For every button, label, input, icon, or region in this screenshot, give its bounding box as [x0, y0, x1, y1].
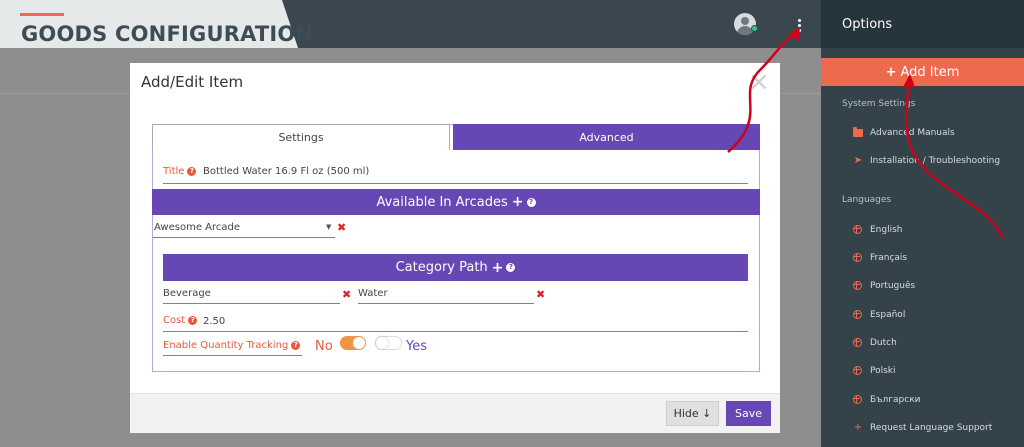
sidebar-item-espanol[interactable]: Español	[853, 310, 905, 320]
category-header-text: Category Path	[395, 260, 488, 275]
arcades-header: Available In Arcades + ?	[152, 189, 760, 215]
save-button[interactable]: Save	[726, 401, 771, 426]
arcade-select[interactable]: Awesome Arcade	[154, 222, 240, 233]
category-field-2[interactable]: Water	[358, 288, 388, 299]
sidebar-item-label: Request Language Support	[870, 423, 993, 433]
sidebar-item-francais[interactable]: Français	[853, 253, 907, 263]
languages-heading: Languages	[842, 195, 892, 205]
help-icon[interactable]: ?	[526, 197, 536, 207]
globe-icon	[853, 253, 863, 263]
chevron-down-icon[interactable]: ▼	[326, 223, 331, 231]
modal-header: Add/Edit Item ×	[130, 63, 780, 101]
sidebar-item-label: Dutch	[870, 338, 897, 348]
title-label-text: Title	[163, 166, 185, 177]
help-icon[interactable]: ?	[506, 263, 516, 272]
sidebar-item-label: Polski	[870, 366, 896, 376]
cost-label-text: Cost	[163, 315, 186, 326]
globe-icon	[853, 225, 863, 235]
cost-underline	[163, 331, 748, 332]
toggle-no-label: No	[315, 339, 333, 354]
paper-plane-icon: ➤	[853, 155, 863, 166]
add-item-label: Add Item	[900, 64, 960, 80]
sidebar-item-request-support[interactable]: + Request Language Support	[853, 422, 993, 434]
sidebar-item-polski[interactable]: Polski	[853, 366, 896, 376]
add-item-button[interactable]: + Add Item	[821, 58, 1024, 86]
category-underline-1	[163, 303, 340, 304]
sidebar-item-label: Български	[870, 395, 921, 405]
quantity-underline	[163, 355, 302, 356]
plus-icon: +	[885, 64, 897, 80]
title-underline	[163, 183, 748, 184]
help-icon[interactable]: ?	[187, 167, 197, 176]
add-edit-item-modal: Add/Edit Item × Settings Advanced Title …	[130, 63, 780, 433]
sidebar-item-dutch[interactable]: Dutch	[853, 338, 897, 348]
modal-title: Add/Edit Item	[141, 73, 244, 91]
sidebar-item-advanced-manuals[interactable]: Advanced Manuals	[853, 127, 955, 138]
cost-label: Cost ?	[163, 315, 198, 326]
tab-settings[interactable]: Settings	[152, 124, 450, 150]
sidebar-item-label: Français	[870, 253, 908, 263]
remove-category-icon[interactable]: ✖	[536, 288, 545, 301]
sidebar-item-bulgarian[interactable]: Български	[853, 395, 920, 405]
category-header: Category Path + ?	[163, 254, 748, 281]
quantity-tracking-label: Enable Quantity Tracking ?	[163, 340, 301, 351]
arcades-header-text: Available In Arcades	[376, 194, 508, 210]
plus-icon: +	[853, 422, 863, 433]
toggle-yes-label: Yes	[406, 339, 427, 354]
system-settings-heading: System Settings	[842, 99, 916, 109]
sidebar-item-label: Español	[870, 310, 906, 320]
globe-icon	[853, 395, 863, 405]
sidebar-item-label: English	[870, 225, 903, 235]
quantity-label-text: Enable Quantity Tracking	[163, 340, 289, 351]
sidebar-item-installation[interactable]: ➤ Installation / Troubleshooting	[853, 155, 1001, 167]
sidebar-item-label: Português	[870, 281, 916, 291]
globe-icon	[853, 338, 863, 348]
folder-icon	[853, 127, 863, 138]
sidebar-title: Options	[842, 17, 893, 32]
help-icon[interactable]: ?	[291, 341, 301, 350]
remove-category-icon[interactable]: ✖	[342, 288, 351, 301]
sidebar-item-english[interactable]: English	[853, 225, 903, 235]
kebab-menu-icon[interactable]	[788, 14, 810, 36]
globe-icon	[853, 310, 863, 320]
sidebar-item-label: Advanced Manuals	[870, 128, 955, 138]
quantity-toggle-no[interactable]	[340, 336, 366, 350]
arcade-underline	[153, 237, 335, 238]
cost-input[interactable]: 2.50	[203, 316, 225, 327]
category-field-1[interactable]: Beverage	[163, 288, 211, 299]
add-category-icon[interactable]: +	[492, 260, 504, 276]
hide-button[interactable]: Hide ↓	[666, 401, 719, 426]
settings-panel	[152, 124, 760, 372]
online-status-dot	[751, 25, 758, 32]
sidebar-item-label: Installation / Troubleshooting	[870, 156, 1001, 166]
close-icon[interactable]: ×	[748, 69, 770, 95]
category-underline-2	[358, 303, 534, 304]
options-sidebar: Options + Add Item System Settings Advan…	[821, 0, 1024, 447]
globe-icon	[853, 281, 863, 291]
title-accent	[20, 13, 64, 16]
help-icon[interactable]: ?	[188, 316, 198, 325]
page-title: GOODS CONFIGURATION	[21, 22, 314, 46]
quantity-toggle-yes[interactable]	[375, 336, 402, 350]
globe-icon	[853, 366, 863, 376]
remove-arcade-icon[interactable]: ✖	[337, 221, 346, 234]
modal-footer: Hide ↓ Save	[130, 393, 780, 433]
tab-advanced[interactable]: Advanced	[453, 124, 760, 150]
sidebar-item-portugues[interactable]: Português	[853, 281, 915, 291]
title-label: Title ?	[163, 166, 197, 177]
title-input[interactable]: Bottled Water 16.9 Fl oz (500 ml)	[203, 166, 369, 177]
add-arcade-icon[interactable]: +	[512, 194, 524, 210]
